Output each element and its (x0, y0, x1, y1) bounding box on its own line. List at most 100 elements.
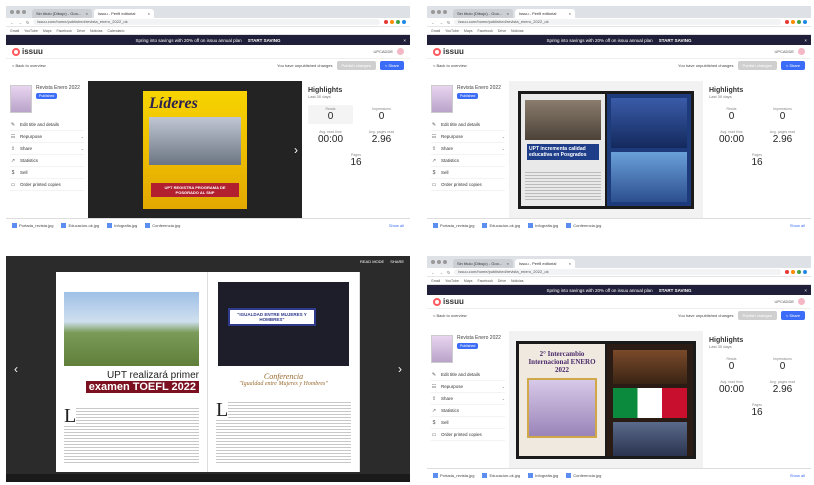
window-controls[interactable] (10, 10, 26, 14)
browser-tab-active[interactable]: Issuu - Perfil editorial × (94, 9, 154, 18)
url-field[interactable]: issuu.com/home/published/revista_enero_2… (454, 269, 781, 275)
download-item[interactable]: Educacion-ok.jpg (482, 223, 520, 228)
close-icon[interactable]: × (804, 38, 807, 43)
sidebar-item-repurpose[interactable]: ☷ Repurpose ⌄ (431, 131, 505, 143)
browser-tab[interactable]: Sin título (Dibujo) - Goo... × (453, 9, 513, 18)
sidebar-item-statistics[interactable]: ↗ Statistics (431, 155, 505, 167)
avatar[interactable] (397, 48, 404, 55)
back-arrow-icon[interactable]: ← (431, 20, 435, 25)
bookmark[interactable]: Drive (77, 29, 85, 33)
bookmark[interactable]: Facebook (56, 29, 71, 33)
document-viewer[interactable]: UPT incrementa calidad educativa en Posg… (509, 81, 703, 218)
publication-thumbnail[interactable] (431, 85, 453, 113)
download-item[interactable]: Conferencia.jpg (145, 223, 180, 228)
share-button[interactable]: < Share (780, 310, 805, 320)
start-saving-link[interactable]: START SAVING (659, 38, 692, 43)
page-spread[interactable]: 2° Intercambio Internacional ENERO 2022 (516, 340, 696, 459)
bookmark[interactable]: YouTube (445, 279, 459, 283)
download-item[interactable]: Infografia.jpg (528, 473, 558, 478)
sidebar-item-share[interactable]: ⇪ Share ⌄ (10, 143, 84, 155)
document-viewer[interactable]: Líderes UPT REGISTRA PROGRAMA DE POSGRAD… (88, 81, 302, 218)
extensions[interactable] (785, 20, 807, 24)
bookmark[interactable]: Noticias (511, 29, 523, 33)
download-item[interactable]: Educacion-ok.jpg (61, 223, 99, 228)
download-item[interactable]: Infografia.jpg (107, 223, 137, 228)
sidebar-item-edit[interactable]: ✎ Edit title and details (431, 119, 505, 131)
bookmark[interactable]: Facebook (477, 29, 492, 33)
browser-tab-active[interactable]: Issuu - Perfil editorial × (515, 259, 575, 268)
close-tab-icon[interactable]: × (148, 11, 150, 16)
close-icon[interactable]: × (403, 38, 406, 43)
avatar[interactable] (798, 48, 805, 55)
url-field[interactable]: issuu.com/home/published/revista_enero_2… (454, 19, 781, 25)
show-all-button[interactable]: Show all (790, 473, 805, 478)
sidebar-item-print[interactable]: ▭ Order printed copies (431, 429, 505, 441)
issuu-logo[interactable]: issuu (12, 47, 43, 56)
back-arrow-icon[interactable]: ← (10, 20, 14, 25)
sidebar-item-share[interactable]: ⇪ Share ⌄ (431, 393, 505, 405)
user-name[interactable]: UPCADDE (774, 299, 794, 304)
download-item[interactable]: Conferencia.jpg (566, 223, 601, 228)
reload-icon[interactable]: ↻ (26, 20, 29, 25)
sidebar-item-sell[interactable]: $ Sell (431, 417, 505, 429)
sidebar-item-edit[interactable]: ✎ Edit title and details (431, 369, 505, 381)
bookmark[interactable]: Maps (464, 279, 473, 283)
next-page-arrow-icon[interactable]: › (294, 143, 298, 157)
back-to-overview-link[interactable]: < Back to overview (12, 63, 46, 68)
close-tab-icon[interactable]: × (569, 261, 571, 266)
sidebar-item-statistics[interactable]: ↗ Statistics (10, 155, 84, 167)
share-button[interactable]: < Share (780, 60, 805, 70)
sidebar-item-sell[interactable]: $ Sell (431, 167, 505, 179)
publish-changes-button[interactable]: Publish changes (737, 60, 777, 70)
bookmark[interactable]: Calendario (107, 29, 124, 33)
url-field[interactable]: issuu.com/home/published/revista_enero_2… (33, 19, 380, 25)
publication-thumbnail[interactable] (10, 85, 32, 113)
bookmark[interactable]: Facebook (477, 279, 492, 283)
bookmark[interactable]: Drive (498, 279, 506, 283)
back-to-overview-link[interactable]: < Back to overview (433, 63, 467, 68)
user-name[interactable]: UPCADDE (373, 49, 393, 54)
browser-tab-active[interactable]: Issuu - Perfil editorial × (515, 9, 575, 18)
extensions[interactable] (384, 20, 406, 24)
cover-page[interactable]: Líderes UPT REGISTRA PROGRAMA DE POSGRAD… (143, 90, 247, 209)
close-tab-icon[interactable]: × (569, 11, 571, 16)
reload-icon[interactable]: ↻ (447, 20, 450, 25)
publish-changes-button[interactable]: Publish changes (737, 310, 777, 320)
download-item[interactable]: Conferencia.jpg (566, 473, 601, 478)
read-mode-button[interactable]: READ MODE (360, 259, 384, 264)
bookmark[interactable]: Noticias (90, 29, 102, 33)
download-item[interactable]: Educacion-ok.jpg (482, 473, 520, 478)
reader-spread[interactable]: UPT realizará primer examen TOEFL 2022 L… (56, 272, 360, 472)
bookmark[interactable]: Gmail (431, 29, 440, 33)
bookmark[interactable]: YouTube (445, 29, 459, 33)
show-all-button[interactable]: Show all (389, 223, 404, 228)
bookmark[interactable]: Gmail (431, 279, 440, 283)
show-all-button[interactable]: Show all (790, 223, 805, 228)
next-page-arrow-icon[interactable]: › (398, 362, 402, 376)
bookmark[interactable]: Gmail (10, 29, 19, 33)
forward-arrow-icon[interactable]: → (18, 20, 22, 25)
avatar[interactable] (798, 298, 805, 305)
sidebar-item-repurpose[interactable]: ☷ Repurpose ⌄ (10, 131, 84, 143)
download-item[interactable]: Portada_revista.jpg (433, 223, 474, 228)
download-item[interactable]: Infografia.jpg (528, 223, 558, 228)
share-button[interactable]: < Share (379, 60, 404, 70)
page-spread[interactable]: UPT incrementa calidad educativa en Posg… (518, 90, 694, 209)
forward-arrow-icon[interactable]: → (439, 270, 443, 275)
window-controls[interactable] (431, 10, 447, 14)
window-controls[interactable] (431, 260, 447, 264)
close-icon[interactable]: × (804, 288, 807, 293)
bookmark[interactable]: YouTube (24, 29, 38, 33)
issuu-logo[interactable]: issuu (433, 297, 464, 306)
browser-tab[interactable]: Sin título (Dibujo) - Goo... × (32, 9, 92, 18)
publish-changes-button[interactable]: Publish changes (336, 60, 376, 70)
document-viewer[interactable]: 2° Intercambio Internacional ENERO 2022 (509, 331, 703, 468)
previous-page-arrow-icon[interactable]: ‹ (14, 362, 18, 376)
sidebar-item-edit[interactable]: ✎ Edit title and details (10, 119, 84, 131)
reload-icon[interactable]: ↻ (447, 270, 450, 275)
sidebar-item-sell[interactable]: $ Sell (10, 167, 84, 179)
close-tab-icon[interactable]: × (86, 11, 88, 16)
browser-tab[interactable]: Sin título (Dibujo) - Goo... × (453, 259, 513, 268)
bookmark[interactable]: Maps (43, 29, 52, 33)
issuu-logo[interactable]: issuu (433, 47, 464, 56)
